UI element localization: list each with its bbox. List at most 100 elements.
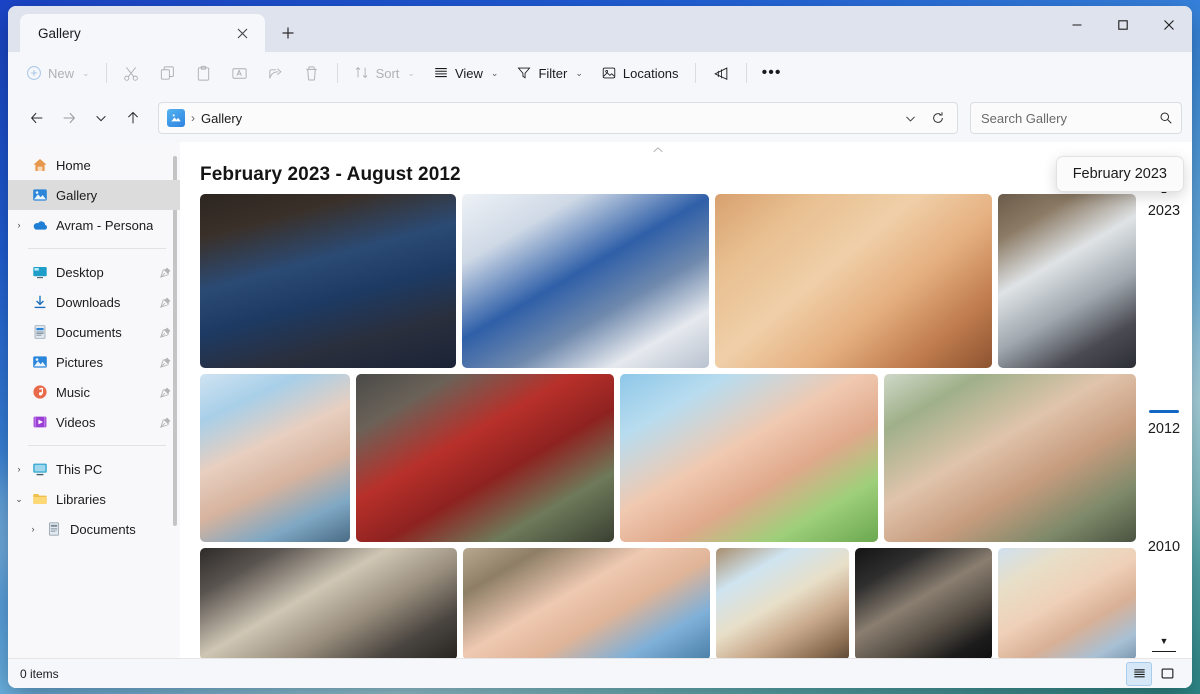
rail-year-2023[interactable]: 2023: [1148, 197, 1180, 219]
maximize-button[interactable]: [1100, 6, 1146, 44]
minimize-button[interactable]: [1054, 6, 1100, 44]
chevron-down-icon: ⌄: [575, 68, 583, 79]
window-controls: [1054, 6, 1192, 44]
rail-scroll-down-icon[interactable]: ▼: [1160, 637, 1169, 646]
delete-button[interactable]: [295, 58, 329, 88]
photo-anime-booth[interactable]: [200, 194, 456, 368]
sidebar-item-downloads[interactable]: Downloads: [8, 287, 180, 317]
photo-baby-grandma[interactable]: [463, 548, 710, 658]
photo-baby-yellow[interactable]: [715, 194, 992, 368]
view-label: View: [455, 66, 483, 81]
view-button[interactable]: View ⌄: [425, 58, 507, 88]
locations-button[interactable]: Locations: [593, 58, 687, 88]
sidebar-item-avram-persona[interactable]: ›Avram - Persona: [8, 210, 180, 240]
share-icon: [267, 65, 284, 82]
arrow-up-icon: [125, 110, 141, 126]
close-button[interactable]: [1146, 6, 1192, 44]
sort-button[interactable]: Sort ⌄: [346, 58, 423, 88]
filter-button[interactable]: Filter ⌄: [508, 58, 590, 88]
rail-year-2012[interactable]: 2012: [1148, 415, 1180, 437]
sidebar-item-documents[interactable]: Documents: [8, 317, 180, 347]
address-bar[interactable]: › Gallery: [158, 102, 958, 134]
sidebar-item-libraries[interactable]: ⌄Libraries: [8, 484, 180, 514]
sidebar-item-music[interactable]: Music: [8, 377, 180, 407]
pin-icon[interactable]: [159, 326, 172, 339]
thispc-icon: [30, 461, 50, 477]
photo-baby-blue-outfit[interactable]: [998, 548, 1136, 658]
rename-button[interactable]: [223, 58, 257, 88]
cut-button[interactable]: [115, 58, 149, 88]
breadcrumb-label: Gallery: [201, 111, 242, 126]
refresh-button[interactable]: [925, 105, 951, 131]
paste-button[interactable]: [187, 58, 221, 88]
date-scrubber-rail[interactable]: ▲202320122010▼: [1136, 142, 1192, 658]
search-box[interactable]: [970, 102, 1182, 134]
collapse-header-button[interactable]: [180, 142, 1136, 158]
slideshow-button[interactable]: [704, 58, 738, 88]
details-view-button[interactable]: [1126, 662, 1152, 686]
photo-baby-crib[interactable]: [200, 374, 350, 542]
photo-grid-row: [200, 548, 1136, 658]
close-icon[interactable]: [229, 20, 255, 46]
photo-baby-onesie[interactable]: [716, 548, 849, 658]
rail-end-marker: [1152, 651, 1176, 653]
pin-icon[interactable]: [159, 356, 172, 369]
back-button[interactable]: [22, 103, 52, 133]
recent-locations-button[interactable]: [86, 103, 116, 133]
photo-man-couch[interactable]: [200, 548, 457, 658]
copy-button[interactable]: [151, 58, 185, 88]
tab-gallery[interactable]: Gallery: [20, 14, 265, 52]
pin-icon[interactable]: [159, 386, 172, 399]
photo-man-dark[interactable]: [855, 548, 992, 658]
arrow-right-icon: [61, 110, 77, 126]
folder-icon: [30, 491, 50, 507]
filter-label: Filter: [538, 66, 567, 81]
divider: [337, 63, 338, 83]
documents-icon: [30, 324, 50, 340]
chevron-down-icon: [904, 112, 917, 125]
copy-icon: [159, 65, 176, 82]
chevron-down-icon[interactable]: ⌄: [8, 494, 30, 505]
photo-carseat[interactable]: [356, 374, 614, 542]
overflow-menu-button[interactable]: •••: [755, 58, 789, 88]
arrow-left-icon: [29, 110, 45, 126]
sidebar-item-documents[interactable]: ›Documents: [8, 514, 180, 544]
photo-robots[interactable]: [462, 194, 710, 368]
share-button[interactable]: [259, 58, 293, 88]
search-icon: [1159, 111, 1173, 125]
sidebar-item-gallery[interactable]: Gallery: [8, 180, 180, 210]
chevron-right-icon[interactable]: ›: [8, 220, 30, 230]
sidebar-item-pictures[interactable]: Pictures: [8, 347, 180, 377]
photo-man-baby-chair[interactable]: [998, 194, 1136, 368]
pin-icon[interactable]: [159, 416, 172, 429]
divider: [746, 63, 747, 83]
new-button-label: New: [48, 66, 74, 81]
chevron-up-icon: [652, 146, 664, 154]
address-dropdown-button[interactable]: [897, 105, 923, 131]
search-input[interactable]: [981, 111, 1159, 126]
pin-icon[interactable]: [159, 266, 172, 279]
pin-icon[interactable]: [159, 296, 172, 309]
sidebar-item-home[interactable]: Home: [8, 150, 180, 180]
date-flyout-tooltip: February 2023: [1056, 156, 1184, 192]
chevron-down-icon: [94, 111, 108, 125]
music-icon: [30, 384, 50, 400]
photo-grandpa-baby[interactable]: [884, 374, 1136, 542]
new-button[interactable]: New ⌄: [18, 58, 98, 88]
chevron-right-icon[interactable]: ›: [8, 464, 30, 474]
chevron-right-icon[interactable]: ›: [22, 524, 44, 534]
trash-icon: [303, 65, 320, 82]
status-bar: 0 items: [8, 658, 1192, 688]
new-tab-button[interactable]: [271, 16, 305, 50]
sidebar-item-this-pc[interactable]: ›This PC: [8, 454, 180, 484]
up-button[interactable]: [118, 103, 148, 133]
large-icons-view-button[interactable]: [1154, 662, 1180, 686]
chevron-down-icon: ⌄: [407, 68, 415, 79]
sidebar-item-videos[interactable]: Videos: [8, 407, 180, 437]
photo-grid: [200, 194, 1136, 658]
sidebar-item-desktop[interactable]: Desktop: [8, 257, 180, 287]
forward-button[interactable]: [54, 103, 84, 133]
photo-baby-playmat[interactable]: [620, 374, 878, 542]
address-bar-row: › Gallery: [8, 94, 1192, 142]
rail-year-2010[interactable]: 2010: [1148, 533, 1180, 555]
